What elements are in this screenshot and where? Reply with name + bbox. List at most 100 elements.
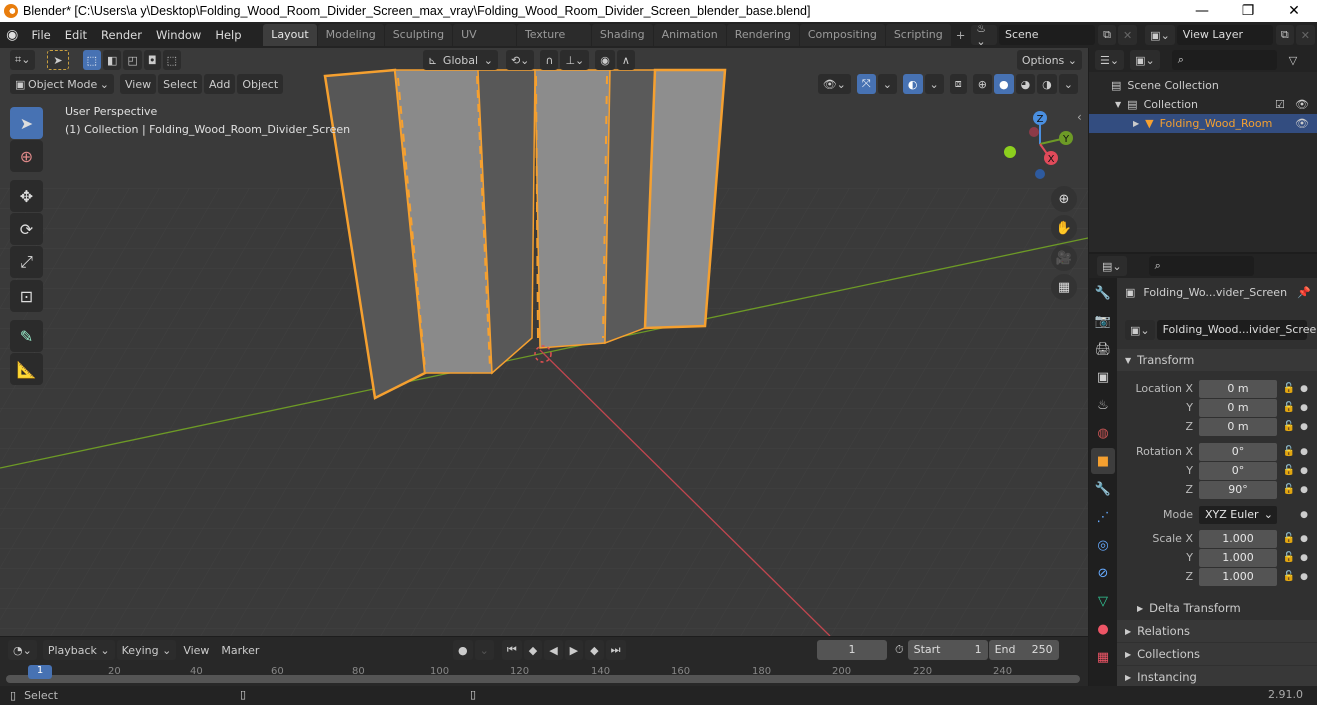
visibility-eye-icon[interactable]: 👁 <box>1295 98 1309 111</box>
collections-panel[interactable]: ▶ Collections <box>1117 643 1317 665</box>
stopwatch-icon[interactable]: ⏱ <box>895 643 904 657</box>
move-tool[interactable]: ✥ <box>10 180 43 212</box>
start-frame-field[interactable]: Start 1 <box>907 640 988 660</box>
tool-tab-icon[interactable]: 🔧 <box>1091 280 1115 306</box>
select-mode-subtract-icon[interactable]: ◰ <box>123 50 142 70</box>
menu-view[interactable]: View <box>120 74 157 94</box>
object-name-field[interactable]: Folding_Wood...ivider_Screen <box>1156 320 1317 340</box>
render-tab-icon[interactable]: 📷 <box>1091 308 1115 334</box>
tab-rendering[interactable]: Rendering <box>726 24 799 46</box>
keyframe-dot-icon[interactable]: ● <box>1297 422 1311 432</box>
rendered-shading-icon[interactable]: ◑ <box>1037 74 1057 94</box>
keyframe-dot-icon[interactable]: ● <box>1297 534 1311 544</box>
transform-panel-header[interactable]: ▼ Transform <box>1117 349 1317 371</box>
modifier-tab-icon[interactable]: 🔧 <box>1091 476 1115 502</box>
physics-tab-icon[interactable]: ◎ <box>1091 532 1115 558</box>
select-mode-invert-icon[interactable]: ◘ <box>143 50 161 70</box>
cursor-tool[interactable]: ⊕ <box>10 140 43 172</box>
visibility-icon[interactable]: 👁⌄ <box>817 74 851 94</box>
wireframe-shading-icon[interactable]: ⊕ <box>972 74 992 94</box>
expand-arrow-icon[interactable]: ▼ <box>1115 100 1121 109</box>
keyframe-dot-icon[interactable]: ● <box>1297 572 1311 582</box>
location-x-field[interactable]: 0 m <box>1199 379 1277 398</box>
maximize-button[interactable]: ❐ <box>1225 0 1271 22</box>
new-view-layer-icon[interactable]: ⧉ <box>1275 25 1294 45</box>
lock-icon[interactable]: 🔓 <box>1281 484 1297 495</box>
pin-icon[interactable]: 📌 <box>1297 286 1311 299</box>
exclude-checkbox-icon[interactable]: ☑ <box>1275 98 1285 111</box>
view-layer-selector-icon[interactable]: ▣⌄ <box>1145 25 1175 45</box>
select-tool-icon[interactable]: ➤ <box>47 50 69 70</box>
minimize-button[interactable]: — <box>1179 0 1225 22</box>
world-tab-icon[interactable]: ◍ <box>1091 420 1115 446</box>
auto-keying-icon[interactable]: ● <box>453 640 473 660</box>
rotation-z-field[interactable]: 90° <box>1199 480 1277 499</box>
menu-marker[interactable]: Marker <box>216 640 264 660</box>
lock-icon[interactable]: 🔓 <box>1281 402 1297 413</box>
instancing-panel[interactable]: ▶ Instancing <box>1117 666 1317 688</box>
options-dropdown[interactable]: Options ⌄ <box>1016 50 1082 70</box>
measure-tool[interactable]: 📐 <box>10 353 43 385</box>
current-frame-field[interactable]: 1 <box>817 640 887 660</box>
keyframe-dot-icon[interactable]: ● <box>1297 447 1311 457</box>
view-layer-tab-icon[interactable]: ▣ <box>1091 364 1115 390</box>
select-box-tool[interactable]: ➤ <box>10 107 43 139</box>
delta-transform-panel[interactable]: ▶ Delta Transform <box>1117 597 1317 619</box>
tab-layout[interactable]: Layout <box>263 24 317 46</box>
lock-icon[interactable]: 🔓 <box>1281 421 1297 432</box>
play-reverse-icon[interactable]: ◀ <box>544 640 563 660</box>
end-frame-field[interactable]: End 250 <box>988 640 1059 660</box>
lock-icon[interactable]: 🔓 <box>1281 383 1297 394</box>
lock-icon[interactable]: 🔓 <box>1281 465 1297 476</box>
transform-orientation-dropdown[interactable]: ⊾ Global ⌄ <box>422 50 498 70</box>
shading-dropdown-icon[interactable]: ⌄ <box>1058 74 1078 94</box>
editor-type-icon[interactable]: ◔⌄ <box>8 640 37 660</box>
pan-view-icon[interactable]: ✋ <box>1051 215 1077 241</box>
select-mode-new-icon[interactable]: ⬚ <box>82 50 102 70</box>
solid-shading-icon[interactable]: ● <box>993 74 1014 94</box>
tab-uv-editing[interactable]: UV Editing <box>453 24 516 63</box>
view-layer-filter-icon[interactable]: ▣⌄ <box>1130 50 1160 70</box>
delete-scene-icon[interactable]: ✕ <box>1117 25 1138 45</box>
overlay-dropdown-icon[interactable]: ⌄ <box>924 74 944 94</box>
jump-end-icon[interactable]: ⏭ <box>605 640 626 660</box>
select-mode-extend-icon[interactable]: ◧ <box>103 50 122 70</box>
rotation-mode-dropdown[interactable]: XYZ Euler ⌄ <box>1199 505 1277 524</box>
menu-view[interactable]: View <box>178 640 214 660</box>
keyframe-dot-icon[interactable]: ● <box>1297 466 1311 476</box>
location-y-field[interactable]: 0 m <box>1199 398 1277 417</box>
proportional-edit-icon[interactable]: ◉ <box>595 50 615 70</box>
tab-texture-paint[interactable]: Texture Paint <box>516 24 591 63</box>
lock-icon[interactable]: 🔓 <box>1281 552 1297 563</box>
blender-menu-icon[interactable]: ◉ <box>0 27 25 43</box>
display-mode-icon[interactable]: ☰⌄ <box>1095 50 1125 70</box>
tab-animation[interactable]: Animation <box>653 24 726 46</box>
keyframe-dot-icon[interactable]: ● <box>1297 384 1311 394</box>
play-icon[interactable]: ▶ <box>564 640 584 660</box>
particles-tab-icon[interactable]: ⋰ <box>1091 504 1115 530</box>
3d-viewport[interactable]: ⌗⌄ ➤ ⬚ ◧ ◰ ◘ ⬚ ⊾ Global ⌄ ⟲⌄ ∩ ⊥⌄ ◉ ∧ Opti… <box>0 48 1088 636</box>
scene-tab-icon[interactable]: ♨ <box>1091 392 1115 418</box>
outliner-row-object[interactable]: ▶ ▼ Folding_Wood_Room 👁 <box>1089 114 1317 133</box>
visibility-eye-icon[interactable]: 👁 <box>1295 117 1309 130</box>
scale-y-field[interactable]: 1.000 <box>1199 548 1277 567</box>
next-keyframe-icon[interactable]: ◆ <box>585 640 604 660</box>
proportional-falloff-icon[interactable]: ∧ <box>616 50 635 70</box>
properties-search-input[interactable]: ⌕ <box>1148 256 1254 276</box>
add-workspace-button[interactable]: + <box>952 24 970 46</box>
scene-field[interactable]: Scene <box>998 25 1096 45</box>
snap-target-icon[interactable]: ⊥⌄ <box>560 50 590 70</box>
tab-modeling[interactable]: Modeling <box>317 24 384 46</box>
gizmo-toggle-icon[interactable]: ⤧ <box>856 74 876 94</box>
material-tab-icon[interactable]: ● <box>1091 616 1115 642</box>
scale-z-field[interactable]: 1.000 <box>1199 567 1277 586</box>
tab-shading[interactable]: Shading <box>591 24 653 46</box>
tool-settings-icon[interactable]: ⌗⌄ <box>10 50 36 70</box>
tab-sculpting[interactable]: Sculpting <box>384 24 453 46</box>
editor-type-icon[interactable]: ▤⌄ <box>1097 256 1127 276</box>
keyframe-dot-icon[interactable]: ● <box>1297 403 1311 413</box>
snap-toggle-icon[interactable]: ∩ <box>540 50 559 70</box>
pivot-point-icon[interactable]: ⟲⌄ <box>505 50 535 70</box>
rotation-x-field[interactable]: 0° <box>1199 442 1277 461</box>
menu-keying[interactable]: Keying ⌄ <box>116 640 177 660</box>
